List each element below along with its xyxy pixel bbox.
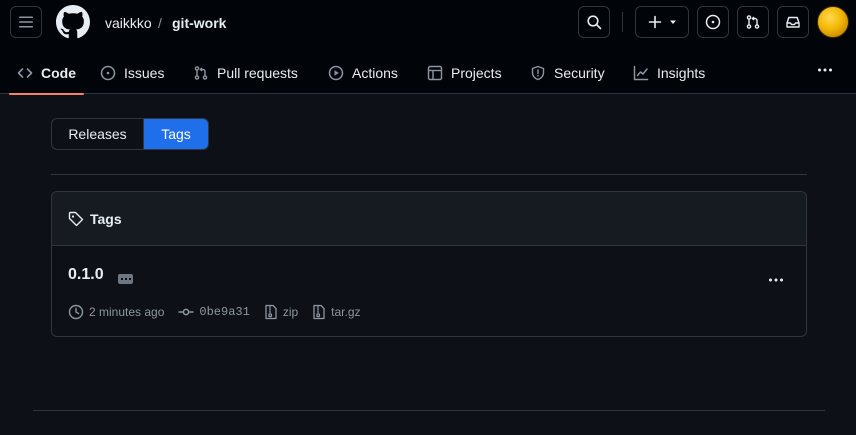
targz-download-link[interactable]: tar.gz	[331, 305, 360, 319]
footer-divider	[33, 410, 825, 411]
git-pull-request-icon	[746, 15, 760, 29]
tab-actions-label: Actions	[352, 65, 398, 81]
breadcrumb-separator: /	[158, 15, 162, 31]
tags-box-title: Tags	[90, 210, 122, 227]
tab-pull-requests-label: Pull requests	[217, 65, 298, 81]
issue-opened-icon	[100, 65, 116, 81]
tag-time-label: 2 minutes ago	[89, 305, 165, 319]
repo-nav: Code Issues Pull requests Actions Projec…	[0, 52, 856, 95]
tags-button[interactable]: Tags	[144, 119, 208, 149]
tab-projects-label: Projects	[451, 65, 502, 81]
tag-commit[interactable]: 0be9a31	[178, 304, 250, 320]
tab-projects[interactable]: Projects	[427, 52, 502, 94]
releases-tags-toggle: Releases Tags	[51, 118, 209, 150]
kebab-horizontal-icon	[769, 278, 783, 282]
nav-overflow-button[interactable]	[809, 58, 841, 82]
github-logo-icon[interactable]	[56, 5, 90, 39]
play-icon	[328, 65, 344, 81]
commit-sha-link[interactable]: 0be9a31	[199, 305, 249, 319]
menu-button[interactable]	[10, 6, 42, 38]
zip-download-link[interactable]: zip	[283, 305, 298, 319]
git-commit-icon	[178, 308, 194, 316]
inbox-button[interactable]	[777, 6, 809, 38]
your-issues-button[interactable]	[697, 6, 729, 38]
file-zip-icon	[265, 304, 277, 320]
targz-download[interactable]: tar.gz	[312, 304, 361, 320]
tab-actions[interactable]: Actions	[328, 52, 398, 94]
tag-name-link[interactable]: 0.1.0	[68, 266, 104, 284]
kebab-horizontal-icon	[818, 68, 832, 72]
inbox-icon	[786, 16, 800, 28]
tab-security-label: Security	[554, 65, 605, 81]
tag-actions-button[interactable]	[764, 268, 788, 292]
expand-message-button[interactable]	[118, 274, 133, 284]
tab-code[interactable]: Code	[9, 52, 84, 95]
repo-name-link[interactable]: git-work	[172, 14, 226, 32]
list-item: 0.1.0 2 minutes ago 0be9a31 zip tar.gz	[52, 246, 806, 336]
user-avatar[interactable]	[817, 6, 849, 38]
code-icon	[17, 68, 33, 78]
shield-icon	[531, 65, 545, 81]
triangle-down-icon	[670, 20, 676, 24]
table-icon	[427, 65, 443, 81]
releases-button[interactable]: Releases	[52, 119, 144, 149]
plus-icon	[648, 15, 662, 29]
tab-code-label: Code	[41, 65, 76, 81]
search-icon	[587, 15, 602, 30]
section-divider	[51, 174, 807, 175]
tab-insights-label: Insights	[657, 65, 706, 81]
tab-security[interactable]: Security	[530, 52, 605, 94]
tag-time: 2 minutes ago	[68, 304, 164, 320]
git-pull-request-icon	[194, 66, 208, 80]
clock-icon	[68, 304, 84, 320]
graph-icon	[633, 65, 649, 81]
tab-insights[interactable]: Insights	[633, 52, 705, 94]
tab-pull-requests[interactable]: Pull requests	[193, 52, 298, 94]
header-divider	[622, 12, 623, 32]
zip-download[interactable]: zip	[264, 304, 298, 320]
file-zip-icon	[313, 304, 325, 320]
tags-box: Tags 0.1.0 2 minutes ago 0be9a31 zip tar…	[51, 191, 807, 337]
hamburger-icon	[19, 16, 33, 28]
create-new-button[interactable]	[635, 6, 689, 38]
tags-box-header: Tags	[52, 192, 806, 246]
tab-issues-label: Issues	[124, 65, 165, 81]
tab-issues[interactable]: Issues	[100, 52, 164, 94]
repo-owner-link[interactable]: vaikkko	[105, 14, 152, 32]
tag-meta: 2 minutes ago 0be9a31 zip tar.gz	[68, 304, 370, 320]
issue-opened-icon	[705, 14, 721, 30]
search-button[interactable]	[578, 6, 610, 38]
tag-icon	[68, 211, 84, 226]
your-pull-requests-button[interactable]	[737, 6, 769, 38]
